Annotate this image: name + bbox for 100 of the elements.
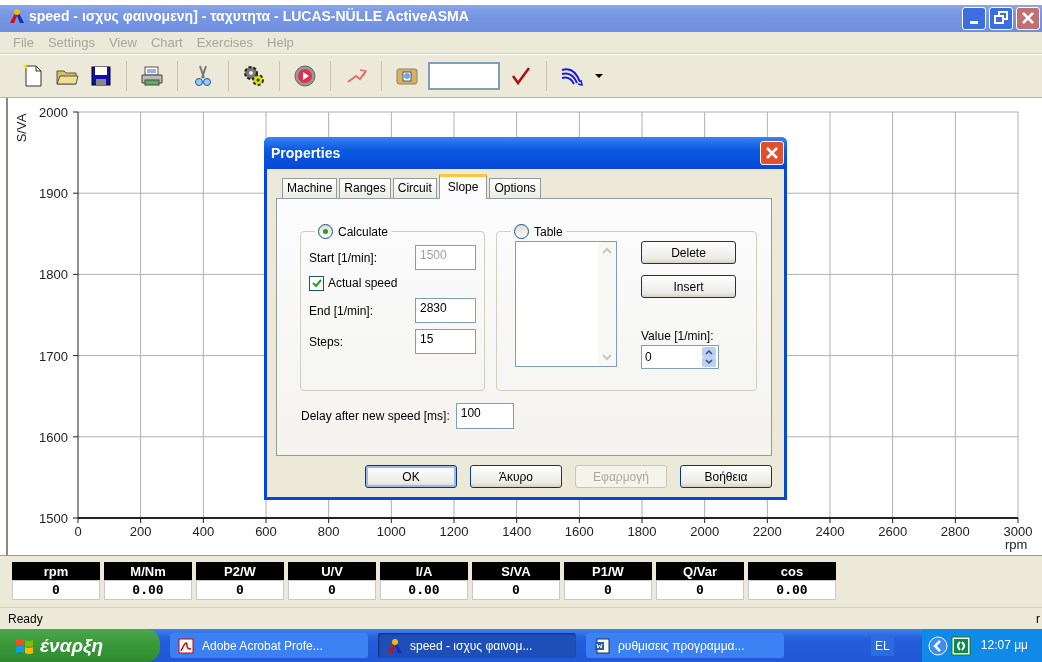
radio-button[interactable] (318, 224, 333, 239)
axis-tick-label: 1000 (376, 524, 406, 539)
new-file-icon (21, 64, 45, 88)
axis-tick-label: 400 (192, 524, 215, 539)
clock: 12:07 μμ (970, 629, 1042, 662)
input-field[interactable] (428, 62, 500, 90)
taskbar-button[interactable]: Adobe Acrobat Profe... (170, 633, 368, 658)
close-button[interactable] (1016, 6, 1040, 30)
input-field[interactable]: 2830 (415, 298, 476, 323)
tab[interactable]: Slope (438, 174, 488, 199)
restore-icon (994, 11, 1008, 25)
gears-button[interactable] (241, 63, 267, 89)
minimize-icon (970, 20, 978, 24)
printer-icon (140, 64, 164, 88)
spin-down-icon[interactable] (702, 357, 716, 367)
save-button[interactable] (88, 63, 114, 89)
meter-label: rpm (12, 562, 100, 580)
meter-label: S/VA (472, 562, 560, 580)
meter-value: 0 (196, 580, 284, 600)
insert-button[interactable]: Insert (641, 275, 736, 298)
axis-tick-label: 2200 (752, 524, 782, 539)
dialog-button[interactable]: OK (365, 465, 457, 488)
taskbar-button[interactable]: speed - ισχυς φαινομ... (378, 633, 576, 658)
axis-tick-label: 1600 (564, 524, 594, 539)
axis-tick-label: 1700 (39, 348, 68, 364)
tab[interactable]: Machine (282, 178, 338, 198)
caret-icon (595, 74, 603, 78)
meter-value: 0 (288, 580, 376, 600)
tab[interactable]: Ranges (339, 178, 391, 198)
app-icon (8, 8, 26, 24)
checkbox[interactable] (309, 275, 324, 291)
axis-tick-label: 2000 (690, 524, 720, 539)
taskbar-button[interactable]: ρυθμισεις προγραμμα... (586, 633, 784, 658)
record-button[interactable] (292, 63, 318, 89)
start-button[interactable]: έναρξη (0, 629, 160, 662)
field-label: Steps: (309, 334, 344, 349)
input-field[interactable]: 100 (455, 403, 514, 429)
axis-tick-label: 800 (317, 524, 340, 539)
save-icon (89, 64, 113, 88)
status-text: r (1036, 611, 1040, 626)
meter-value: 0 (656, 580, 744, 600)
field-label: Start [1/min]: (309, 250, 378, 265)
radio-button[interactable] (514, 224, 529, 239)
axis-tick-label: 2400 (815, 524, 845, 539)
radio-label[interactable]: Table (534, 224, 563, 239)
field-label: Value [1/min]: (641, 329, 714, 343)
meter-label: I/A (380, 562, 468, 580)
record-icon (293, 64, 317, 88)
axis-tick-label: 1800 (627, 524, 657, 539)
list-box[interactable] (515, 241, 617, 367)
axis-tick-label: 600 (255, 524, 277, 539)
close-icon (1021, 11, 1035, 25)
axis-tick-label: 2600 (878, 524, 908, 539)
minimize-button[interactable] (962, 6, 986, 30)
status-text: Ready (8, 611, 43, 626)
field-label: Delay after new speed [ms]: (301, 409, 450, 423)
app-icon (386, 637, 404, 654)
delete-button[interactable]: Delete (641, 241, 736, 264)
meter-value: 0.00 (380, 580, 468, 600)
chevron-left-icon[interactable] (927, 635, 948, 656)
window-title: speed - ισχυς φαινομενη] - ταχυτητα - LUCAS-NÜLLE ActiveASMA (29, 8, 470, 24)
close-button[interactable] (760, 141, 784, 165)
tab[interactable]: Circuit (392, 178, 437, 198)
meter-value: 0.00 (748, 580, 836, 600)
axis-tick-label: 0 (74, 524, 82, 539)
restore-button[interactable] (989, 6, 1013, 30)
document-icon (178, 637, 196, 654)
axis-tick-label: 2800 (940, 524, 970, 539)
meter-label: M/Nm (104, 562, 192, 580)
radio-label[interactable]: Calculate (338, 224, 389, 239)
axis-title: S/VA (14, 113, 29, 143)
axis-tick-label: 200 (129, 524, 152, 539)
tray-app-icon[interactable] (950, 635, 971, 656)
checkmark-icon (310, 277, 323, 289)
meter-label: Q/Var (656, 562, 744, 580)
input-field[interactable]: 15 (415, 329, 476, 354)
axis-tick-label: 1500 (39, 511, 68, 526)
meter-label: cos (748, 562, 836, 580)
axis-tick-label: 1900 (39, 186, 68, 202)
meter-value: 0 (12, 580, 100, 600)
meter-value: 0 (472, 580, 560, 600)
meter-value: 0.00 (104, 580, 192, 600)
dialog-title: Properties (271, 145, 341, 161)
gears-icon (242, 64, 266, 88)
tab[interactable]: Options (489, 178, 541, 198)
axis-tick-label: 2000 (39, 105, 68, 120)
axis-tick-label: 1400 (502, 524, 532, 539)
dialog-button[interactable]: Βοήθεια (680, 465, 772, 488)
spin-up-icon[interactable] (702, 347, 716, 357)
axis-title: rpm (1005, 537, 1028, 552)
meter-value: 0 (564, 580, 652, 600)
checkbox-label[interactable]: Actual speed (328, 276, 398, 290)
meter-label: P2/W (196, 562, 284, 580)
document-icon (594, 637, 612, 654)
axis-tick-label: 3000 (1003, 524, 1033, 539)
dialog-button[interactable]: Άκυρο (470, 465, 562, 488)
axis-tick-label: 1600 (39, 429, 68, 445)
field-label: End [1/min]: (309, 303, 374, 318)
printer-button[interactable] (139, 63, 165, 89)
language-indicator[interactable]: EL (871, 635, 894, 656)
